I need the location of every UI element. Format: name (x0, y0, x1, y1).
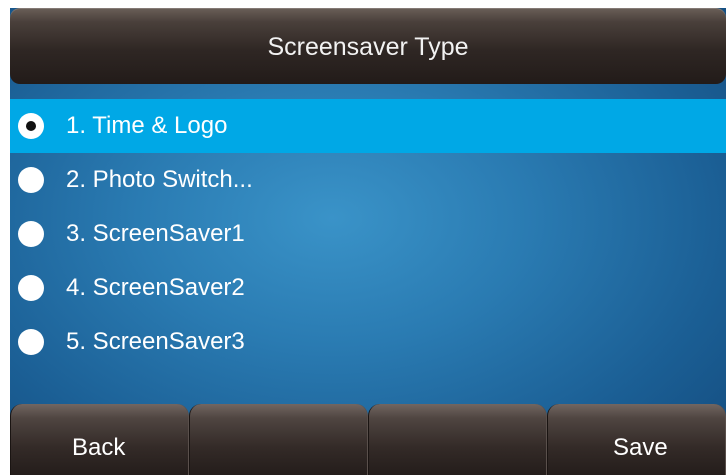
list-item-screensaver2[interactable]: 4. ScreenSaver2 (10, 261, 726, 315)
list-item-label: 5. ScreenSaver3 (66, 328, 245, 355)
softkey-2-label (190, 426, 367, 470)
list-item-screensaver3[interactable]: 5. ScreenSaver3 (10, 315, 726, 369)
phone-screen: Screensaver Type 1. Time & Logo 2. Photo… (10, 8, 726, 475)
radio-unselected-icon[interactable] (18, 221, 44, 247)
softkey-3-label (369, 426, 546, 470)
radio-dot-icon (26, 121, 36, 131)
screensaver-type-list: 1. Time & Logo 2. Photo Switch... 3. Scr… (10, 99, 726, 369)
softkey-2-button[interactable] (189, 404, 368, 475)
back-button-label: Back (72, 434, 126, 461)
radio-unselected-icon[interactable] (18, 167, 44, 193)
list-item-label: 4. ScreenSaver2 (66, 274, 245, 301)
list-item-photo-switch[interactable]: 2. Photo Switch... (10, 153, 726, 207)
save-button[interactable]: Save (547, 404, 726, 475)
softkey-bar: Back Save (10, 404, 726, 475)
radio-unselected-icon[interactable] (18, 329, 44, 355)
list-item-label: 2. Photo Switch... (66, 166, 253, 193)
save-button-label: Save (613, 434, 668, 461)
page-title: Screensaver Type (267, 33, 469, 61)
list-item-time-logo[interactable]: 1. Time & Logo (10, 99, 726, 153)
list-item-screensaver1[interactable]: 3. ScreenSaver1 (10, 207, 726, 261)
radio-unselected-icon[interactable] (18, 275, 44, 301)
back-button[interactable]: Back (10, 404, 189, 475)
title-bar: Screensaver Type (10, 8, 726, 84)
list-item-label: 3. ScreenSaver1 (66, 220, 245, 247)
list-item-label: 1. Time & Logo (66, 112, 228, 139)
softkey-3-button[interactable] (368, 404, 547, 475)
radio-selected-icon[interactable] (18, 113, 44, 139)
